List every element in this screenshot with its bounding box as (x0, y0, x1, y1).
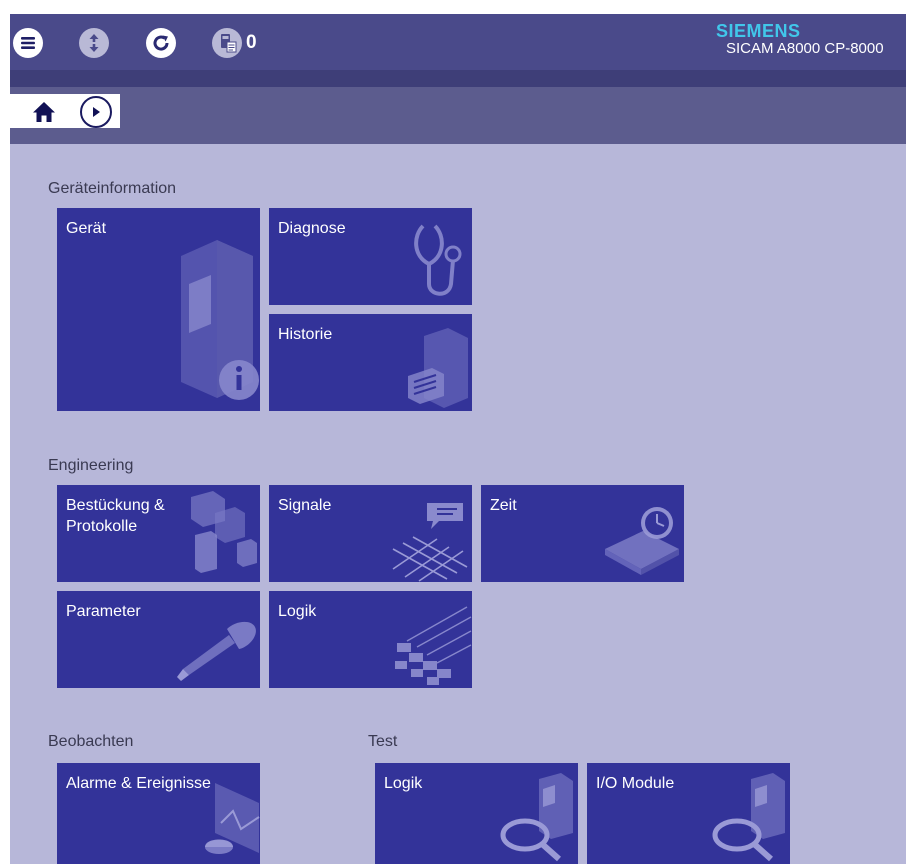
tile-bestueckung-protokolle[interactable]: Bestückung & Protokolle (57, 485, 260, 582)
stethoscope-icon (414, 224, 462, 296)
menu-icon (13, 28, 43, 58)
forward-button[interactable] (80, 96, 112, 128)
tile-label: Bestückung & Protokolle (66, 497, 165, 535)
refresh-button[interactable] (146, 28, 176, 58)
tile-label: I/O Module (596, 775, 675, 792)
device-log-icon (212, 28, 242, 58)
tile-alarme-ereignisse[interactable]: Alarme & Ereignisse (57, 763, 260, 864)
calendar-clock-icon (605, 507, 679, 575)
tile-label: Gerät (66, 220, 107, 237)
tile-label: Historie (278, 326, 333, 343)
section-title-engineering: Engineering (48, 457, 134, 474)
section-title-test: Test (368, 733, 398, 750)
tile-parameter[interactable]: Parameter (57, 591, 260, 688)
device-log-button[interactable] (212, 28, 242, 58)
upload-download-button[interactable] (79, 28, 109, 58)
archive-cabinet-icon (408, 328, 468, 408)
logic-blocks-icon (395, 606, 472, 685)
section-title-beobachten: Beobachten (48, 733, 134, 750)
tile-geraet[interactable]: Gerät (57, 208, 260, 411)
device-info-icon (181, 240, 259, 400)
tile-zeit[interactable]: Zeit (481, 485, 684, 582)
tile-label: Zeit (490, 497, 517, 514)
tile-label: Logik (278, 603, 317, 620)
tile-label: Alarme & Ereignisse (66, 775, 211, 792)
main-content: Geräteinformation Gerät Diagnose Histori… (10, 144, 906, 864)
tile-historie[interactable]: Historie (269, 314, 472, 411)
notification-count: 0 (246, 32, 257, 53)
magnifier-device-icon (500, 773, 573, 862)
tile-label: Diagnose (278, 220, 346, 237)
breadcrumb-bar (10, 87, 906, 144)
section-title-geraeteinformation: Geräteinformation (48, 180, 177, 197)
tile-label: Logik (384, 775, 423, 792)
top-subbar (10, 70, 906, 87)
signal-network-icon (392, 503, 468, 582)
tile-label: Signale (278, 497, 332, 514)
upload-download-icon (79, 28, 109, 58)
brand-logo: SIEMENS (716, 21, 801, 41)
app-frame: 0 SIEMENS SICAM A8000 CP-8000 Geräteinfo… (10, 0, 906, 864)
tile-diagnose[interactable]: Diagnose (269, 208, 472, 305)
tile-logik-test[interactable]: Logik (375, 763, 578, 864)
tile-label: Parameter (66, 603, 141, 620)
forward-icon (93, 107, 100, 117)
tile-io-module[interactable]: I/O Module (587, 763, 790, 864)
tile-signale[interactable]: Signale (269, 485, 472, 582)
menu-button[interactable] (13, 28, 43, 58)
refresh-icon (146, 28, 176, 58)
brand-block: SIEMENS SICAM A8000 CP-8000 (706, 22, 906, 58)
magnifier-module-icon (712, 773, 785, 862)
tile-logik-engineering[interactable]: Logik (269, 591, 472, 688)
device-model: SICAM A8000 CP-8000 (726, 40, 884, 57)
screwdriver-icon (177, 621, 256, 681)
home-icon[interactable] (32, 100, 56, 124)
